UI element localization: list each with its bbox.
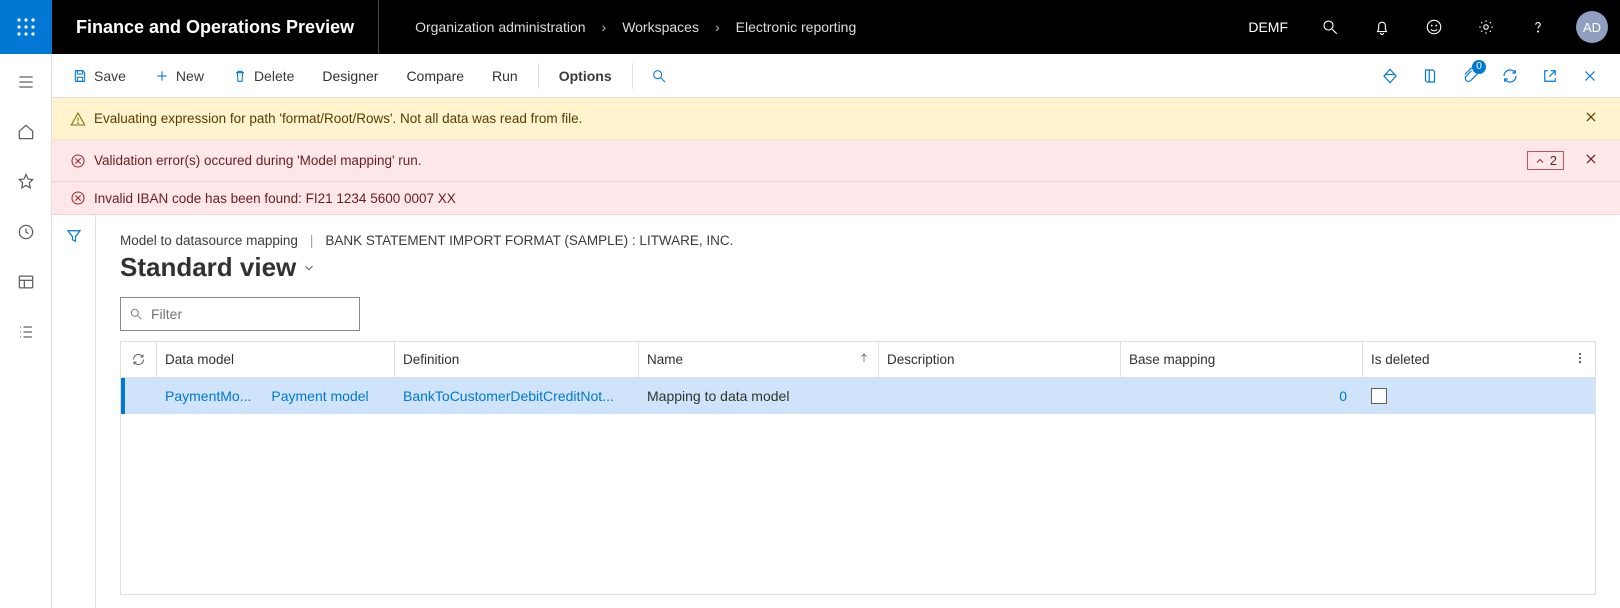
search-icon[interactable] <box>1304 0 1356 54</box>
view-selector[interactable]: Standard view <box>120 252 1596 283</box>
chevron-right-icon: › <box>590 19 619 35</box>
sort-asc-icon <box>858 352 870 367</box>
diamond-icon[interactable] <box>1372 58 1408 94</box>
popout-icon[interactable] <box>1532 58 1568 94</box>
warning-message-bar: Evaluating expression for path 'format/R… <box>52 98 1620 140</box>
close-icon[interactable] <box>1580 148 1602 173</box>
refresh-column[interactable] <box>121 342 157 377</box>
command-bar: Save New Delete Designer Compare Run Opt… <box>52 54 1620 98</box>
book-icon[interactable] <box>1412 58 1448 94</box>
run-button[interactable]: Run <box>480 62 530 90</box>
warning-text: Evaluating expression for path 'format/R… <box>94 111 582 126</box>
col-definition[interactable]: Definition <box>395 342 639 377</box>
error-count: 2 <box>1550 153 1557 168</box>
home-icon[interactable] <box>6 112 46 152</box>
page-caption-sub: BANK STATEMENT IMPORT FORMAT (SAMPLE) : … <box>325 233 733 248</box>
filter-rail <box>52 215 96 608</box>
col-data-model[interactable]: Data model <box>157 342 395 377</box>
avatar[interactable]: AD <box>1576 11 1608 43</box>
error-message-bar: Validation error(s) occured during 'Mode… <box>52 140 1620 182</box>
app-title: Finance and Operations Preview <box>52 0 379 54</box>
header-right: DEMF AD <box>1232 0 1620 54</box>
more-icon[interactable] <box>1573 351 1587 368</box>
error-detail-text: Invalid IBAN code has been found: FI21 1… <box>94 191 456 206</box>
breadcrumb-item[interactable]: Organization administration <box>415 19 585 35</box>
error-icon <box>70 190 86 206</box>
delete-button[interactable]: Delete <box>220 62 306 90</box>
gear-icon[interactable] <box>1460 0 1512 54</box>
quick-filter[interactable] <box>120 297 360 331</box>
options-button[interactable]: Options <box>547 62 624 90</box>
page-caption-main: Model to datasource mapping <box>120 233 298 248</box>
close-icon[interactable] <box>1572 58 1608 94</box>
star-icon[interactable] <box>6 162 46 202</box>
error-detail-bar: Invalid IBAN code has been found: FI21 1… <box>52 182 1620 215</box>
chevron-up-icon <box>1534 155 1546 167</box>
bell-icon[interactable] <box>1356 0 1408 54</box>
filter-input[interactable] <box>151 306 351 322</box>
delete-label: Delete <box>254 68 294 84</box>
save-button[interactable]: Save <box>60 62 138 90</box>
funnel-icon[interactable] <box>65 227 83 608</box>
nav-rail <box>0 54 52 608</box>
designer-button[interactable]: Designer <box>310 62 390 90</box>
grid: Data model Definition Name Description B… <box>120 341 1596 595</box>
chevron-right-icon: › <box>703 19 732 35</box>
separator <box>632 63 633 89</box>
hamburger-icon[interactable] <box>6 62 46 102</box>
col-name[interactable]: Name <box>639 342 879 377</box>
name-cell: Mapping to data model <box>647 388 789 404</box>
base-mapping-cell[interactable]: 0 <box>1339 388 1347 404</box>
data-model-link-short[interactable]: PaymentMo... <box>165 388 251 404</box>
breadcrumb: Organization administration › Workspaces… <box>379 19 856 35</box>
col-description[interactable]: Description <box>879 342 1121 377</box>
breadcrumb-item[interactable]: Electronic reporting <box>736 19 857 35</box>
workspaces-icon[interactable] <box>6 262 46 302</box>
help-icon[interactable] <box>1512 0 1564 54</box>
clock-icon[interactable] <box>6 212 46 252</box>
page-search-button[interactable] <box>641 62 677 90</box>
new-button[interactable]: New <box>142 62 216 90</box>
refresh-icon[interactable] <box>1492 58 1528 94</box>
search-icon <box>129 307 143 321</box>
col-is-deleted[interactable]: Is deleted <box>1363 342 1595 377</box>
global-header: Finance and Operations Preview Organizat… <box>0 0 1620 54</box>
attachments-badge: 0 <box>1472 60 1486 74</box>
error-icon <box>70 153 86 169</box>
col-base-mapping[interactable]: Base mapping <box>1121 342 1363 377</box>
new-label: New <box>176 68 204 84</box>
grid-body-empty <box>121 414 1595 594</box>
data-model-link-full[interactable]: Payment model <box>271 388 368 404</box>
page-caption: Model to datasource mapping | BANK STATE… <box>120 233 1596 248</box>
smile-icon[interactable] <box>1408 0 1460 54</box>
collapse-errors-button[interactable]: 2 <box>1527 151 1564 170</box>
error-text: Validation error(s) occured during 'Mode… <box>94 153 422 168</box>
view-name: Standard view <box>120 252 296 283</box>
chevron-down-icon <box>302 261 316 275</box>
grid-header: Data model Definition Name Description B… <box>121 342 1595 378</box>
close-icon[interactable] <box>1580 106 1602 131</box>
attachments-button[interactable]: 0 <box>1452 58 1488 94</box>
legal-entity[interactable]: DEMF <box>1232 19 1304 35</box>
modules-icon[interactable] <box>6 312 46 352</box>
save-label: Save <box>94 68 126 84</box>
warning-icon <box>70 111 86 127</box>
breadcrumb-item[interactable]: Workspaces <box>622 19 699 35</box>
definition-link[interactable]: BankToCustomerDebitCreditNot... <box>403 388 614 404</box>
separator <box>538 63 539 89</box>
is-deleted-checkbox[interactable] <box>1371 388 1387 404</box>
waffle-icon[interactable] <box>0 0 52 54</box>
table-row[interactable]: PaymentMo... Payment model BankToCustome… <box>121 378 1595 414</box>
compare-button[interactable]: Compare <box>394 62 476 90</box>
